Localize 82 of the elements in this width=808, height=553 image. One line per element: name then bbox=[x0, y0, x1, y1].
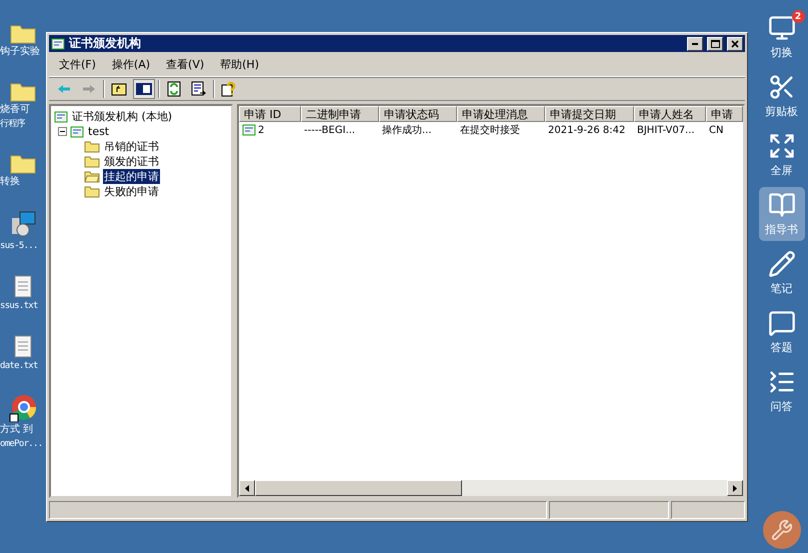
pencil-icon bbox=[768, 250, 796, 278]
icon-label: 烧香可 bbox=[0, 104, 30, 116]
certificate-icon bbox=[54, 110, 68, 122]
installer-icon bbox=[9, 210, 37, 238]
book-icon bbox=[768, 191, 796, 219]
tools-button[interactable] bbox=[762, 511, 800, 549]
maximize-icon bbox=[710, 40, 720, 48]
menu-item[interactable]: 帮助(H) bbox=[214, 56, 265, 72]
scroll-left-button[interactable] bbox=[239, 480, 255, 496]
minimize-icon bbox=[692, 42, 698, 44]
tree-item[interactable]: 吊销的证书 bbox=[103, 139, 160, 154]
left-arrow-icon bbox=[245, 484, 249, 492]
column-header[interactable]: 二进制申请 bbox=[301, 106, 379, 122]
icon-label: omePor... bbox=[0, 438, 42, 450]
icon-label: 行程序 bbox=[0, 118, 25, 130]
table-cell: 2 bbox=[239, 124, 301, 136]
pane-icon bbox=[136, 83, 152, 95]
column-header[interactable]: 申请提交日期 bbox=[545, 106, 634, 122]
table-cell-text: 在提交时接受 bbox=[459, 124, 521, 137]
folder-up-icon bbox=[111, 82, 127, 96]
scroll-thumb[interactable] bbox=[255, 480, 462, 496]
folder-icon bbox=[84, 185, 100, 198]
tree-item[interactable]: 失败的申请 bbox=[103, 184, 160, 199]
icon-label: sus-5... bbox=[0, 240, 38, 252]
sidebar-item[interactable]: 全屏 bbox=[758, 128, 804, 182]
icon-label: 钩子实验 bbox=[0, 46, 40, 58]
right-arrow-icon bbox=[733, 484, 737, 492]
icon-label: ssus.txt bbox=[0, 300, 38, 312]
folder-icon bbox=[84, 140, 100, 153]
menu-item[interactable]: 查看(V) bbox=[160, 56, 210, 72]
chat-icon bbox=[768, 309, 796, 337]
notepad-icon bbox=[14, 274, 32, 298]
menu-item[interactable]: 操作(A) bbox=[106, 56, 156, 72]
tree-item[interactable]: test bbox=[87, 125, 110, 138]
back-arrow-icon bbox=[57, 84, 71, 94]
export-list-icon bbox=[191, 81, 207, 97]
sidebar-item[interactable]: 问答 bbox=[758, 364, 804, 418]
notification-badge: 2 bbox=[792, 10, 804, 23]
horizontal-scrollbar[interactable] bbox=[239, 480, 743, 496]
tree-item[interactable]: 证书颁发机构 (本地) bbox=[71, 109, 174, 124]
tree-item[interactable]: 颁发的证书 bbox=[103, 154, 160, 169]
toolbar-button[interactable] bbox=[133, 79, 155, 99]
column-header[interactable]: 申请 ID bbox=[239, 106, 301, 122]
wrench-icon bbox=[770, 519, 792, 541]
icon-label: 转换 bbox=[0, 176, 20, 188]
minimize-button[interactable] bbox=[687, 36, 703, 50]
window-title: 证书颁发机构 bbox=[69, 35, 141, 52]
icon-label: date.txt bbox=[0, 360, 38, 372]
certificate-icon bbox=[70, 126, 84, 138]
column-header[interactable]: 申请 bbox=[706, 106, 743, 122]
table-cell-text: BJHIT-V07... bbox=[636, 124, 696, 136]
monitor-icon bbox=[768, 14, 796, 42]
sidebar-item[interactable]: 笔记 bbox=[758, 246, 804, 300]
table-cell-text: CN bbox=[708, 124, 724, 136]
tree-item[interactable]: 挂起的申请 bbox=[103, 169, 160, 184]
maximize-button[interactable] bbox=[707, 36, 723, 50]
scroll-right-button[interactable] bbox=[727, 480, 743, 496]
sidebar-item[interactable]: 2 切换 bbox=[758, 10, 804, 64]
forward-arrow-icon bbox=[82, 84, 96, 94]
table-cell-text: 操作成功... bbox=[381, 124, 433, 137]
open-folder-icon bbox=[84, 170, 100, 183]
refresh-icon bbox=[167, 81, 181, 97]
column-header[interactable]: 申请处理消息 bbox=[457, 106, 545, 122]
notepad-icon bbox=[14, 334, 32, 358]
sidebar-item[interactable]: 剪贴板 bbox=[758, 69, 804, 123]
column-header[interactable]: 申请人姓名 bbox=[634, 106, 706, 122]
close-button[interactable] bbox=[727, 36, 743, 50]
help-icon bbox=[221, 81, 237, 97]
scissors-icon bbox=[768, 73, 796, 101]
sidebar-item[interactable]: 答题 bbox=[758, 305, 804, 359]
expand-icon bbox=[768, 132, 796, 160]
certificate-icon bbox=[51, 38, 65, 50]
table-cell-text: -----BEGI... bbox=[303, 124, 356, 136]
collapse-toggle-icon[interactable] bbox=[58, 127, 67, 136]
certificate-icon bbox=[242, 124, 256, 136]
menu-item[interactable]: 文件(F) bbox=[53, 56, 102, 72]
folder-icon bbox=[84, 155, 100, 168]
browser-icon bbox=[9, 394, 37, 422]
table-cell-text: 2021-9-26 8:42 bbox=[547, 124, 626, 136]
column-header[interactable]: 申请状态码 bbox=[379, 106, 457, 122]
close-icon bbox=[731, 40, 739, 48]
icon-label: 方式 到 bbox=[0, 424, 34, 436]
